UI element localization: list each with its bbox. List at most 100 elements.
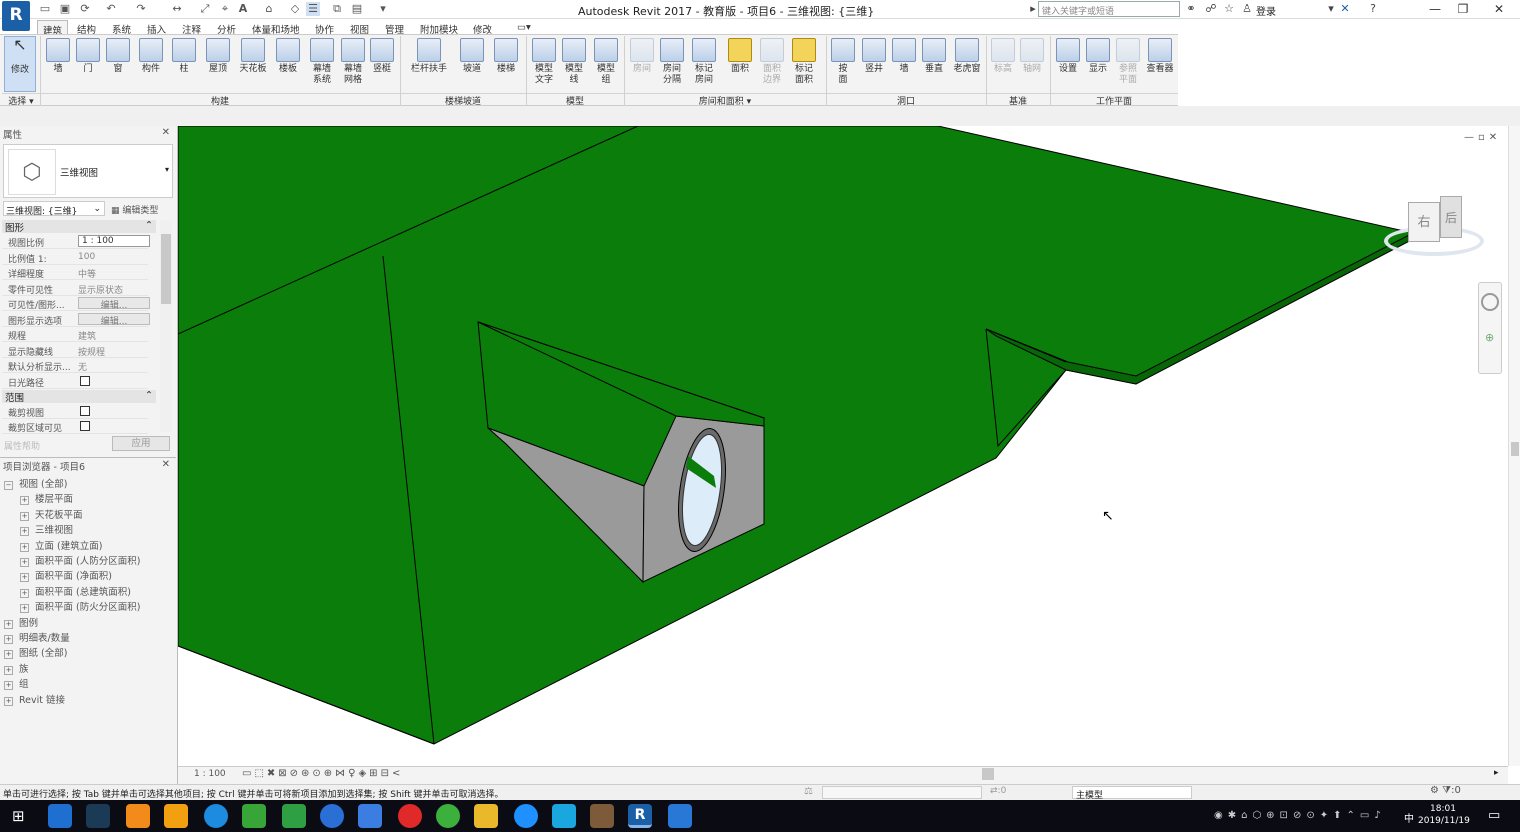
application-menu-button[interactable]: R (2, 1, 30, 31)
sign-in-button[interactable]: 登录 (1256, 3, 1276, 18)
browser-icon[interactable] (164, 804, 188, 828)
navigation-bar[interactable]: ⊕ (1478, 282, 1502, 374)
prop-value[interactable]: 1 : 100 (78, 235, 150, 247)
select-dropdown[interactable]: 选择 ▾ (2, 93, 40, 107)
tab-massing-site[interactable]: 体量和场地 (247, 20, 305, 36)
folder-icon[interactable] (474, 804, 498, 828)
switch-windows-icon[interactable]: ▤ (350, 2, 364, 16)
door-button[interactable]: 门 (74, 36, 102, 92)
wall-opening-button[interactable]: 墙 (890, 36, 918, 92)
design-options-select[interactable] (822, 786, 982, 799)
section-icon[interactable]: ◇ (288, 2, 302, 16)
tab-analyze[interactable]: 分析 (212, 20, 241, 36)
expand-icon[interactable]: + (4, 665, 13, 675)
game-icon[interactable] (590, 804, 614, 828)
expand-icon[interactable]: + (20, 527, 29, 537)
login-dropdown-icon[interactable]: ▾ (1324, 2, 1338, 16)
column-button[interactable]: 柱 (170, 36, 198, 92)
qat-dropdown-icon[interactable]: ▾ (376, 2, 390, 16)
ref-plane-button[interactable]: 参照 平面 (1114, 36, 1142, 92)
app-b-icon[interactable] (204, 804, 228, 828)
tag-room-button[interactable]: 标记 房间 (690, 36, 718, 92)
ramp-button[interactable]: 坡道 (458, 36, 486, 92)
view-vertical-scrollbar[interactable] (1508, 126, 1520, 766)
expand-icon[interactable]: + (20, 588, 29, 598)
tag-icon[interactable]: ⌖ (218, 2, 232, 16)
tab-modify[interactable]: 修改 (468, 20, 497, 36)
section-graphics[interactable]: 图形 ⌃ (2, 220, 156, 234)
help-icon[interactable]: ? (1366, 2, 1380, 16)
restore-icon[interactable]: ❐ (1446, 0, 1480, 18)
binoculars-icon[interactable]: ⚭ (1184, 2, 1198, 16)
grid-button[interactable]: 轴网 (1018, 36, 1046, 92)
room-area-panel-dropdown[interactable]: 房间和面积 ▾ (624, 93, 826, 107)
sun-path-checkbox[interactable] (80, 375, 90, 386)
main-model-select[interactable]: 主模型 (1072, 786, 1192, 801)
browser-item[interactable]: + 图例 (4, 615, 38, 629)
ribbon-minimize-icon[interactable]: ▭▾ (512, 20, 536, 35)
windows-start-icon[interactable]: ⊞ (12, 807, 25, 825)
prop-value[interactable]: 编辑... (78, 312, 150, 327)
sync-icon[interactable]: ⟳ (78, 2, 92, 16)
revit-taskbar-icon[interactable]: R (628, 804, 652, 828)
railing-button[interactable]: 栏杆扶手 (406, 36, 452, 92)
iqiyi-icon[interactable] (242, 804, 266, 828)
zoom-region-icon[interactable]: ⊕ (1485, 331, 1494, 344)
expand-icon[interactable]: + (20, 496, 29, 506)
view-window-controls[interactable]: —▫✕ (1464, 132, 1501, 143)
word-icon[interactable] (668, 804, 692, 828)
ime-indicator[interactable]: 中 (1404, 810, 1414, 825)
excel-icon[interactable] (282, 804, 306, 828)
browser-item[interactable]: + 面积平面 (人防分区面积) (20, 553, 140, 567)
filter-icon[interactable]: ⚙ ⧩:0 (1430, 785, 1461, 796)
apply-button[interactable]: 应用 (112, 436, 170, 451)
model-line-button[interactable]: 模型 线 (560, 36, 588, 92)
expand-icon[interactable]: + (20, 558, 29, 567)
close-hidden-icon[interactable]: ⧉ (330, 2, 344, 16)
section-extents[interactable]: 范围 ⌃ (2, 390, 156, 404)
communication-icon[interactable]: ☍ (1204, 2, 1218, 16)
worksets-icon[interactable]: ⚖ (804, 786, 813, 797)
viewcube-face-right[interactable]: 右 (1408, 202, 1440, 242)
dormer-button[interactable]: 老虎窗 (950, 36, 984, 92)
tab-systems[interactable]: 系统 (107, 20, 136, 36)
tab-manage[interactable]: 管理 (380, 20, 409, 36)
edge-icon[interactable] (48, 804, 72, 828)
app-g-icon[interactable] (552, 804, 576, 828)
curtain-grid-button[interactable]: 幕墙 网格 (338, 36, 368, 92)
text-icon[interactable]: A (236, 2, 250, 16)
stair-button[interactable]: 楼梯 (492, 36, 520, 92)
wechat-icon[interactable] (436, 804, 460, 828)
expand-icon[interactable]: + (4, 681, 13, 691)
expand-icon[interactable]: + (20, 542, 29, 552)
exchange-apps-icon[interactable]: ✕ (1338, 2, 1352, 16)
browser-item[interactable]: + 楼层平面 (20, 491, 73, 506)
expand-icon[interactable]: + (4, 619, 13, 629)
expand-icon[interactable]: + (20, 511, 29, 521)
tab-structure[interactable]: 结构 (72, 20, 101, 36)
search-input[interactable]: 键入关键字或短语 (1038, 1, 1180, 17)
browser-item[interactable]: + 面积平面 (净面积) (20, 568, 112, 583)
netease-music-icon[interactable] (398, 804, 422, 828)
steering-wheel-icon[interactable] (1481, 293, 1499, 311)
instance-selector[interactable]: 三维视图: {三维} ⌄ (3, 201, 105, 217)
room-button[interactable]: 房间 (628, 36, 656, 92)
thin-lines-icon[interactable]: ☰ (306, 2, 320, 16)
3d-view-canvas[interactable] (178, 126, 1508, 766)
browser-item[interactable]: + 立面 (建筑立面) (20, 538, 102, 552)
undo-icon[interactable]: ↶ (104, 2, 118, 16)
modify-button[interactable]: ↖ 修改 (4, 36, 36, 92)
user-icon[interactable]: ♙ (1240, 2, 1254, 16)
taskbar-clock[interactable]: 18:01 2019/11/19 (1418, 803, 1470, 827)
star-app-icon[interactable] (358, 804, 382, 828)
browser-item[interactable]: + 族 (4, 661, 29, 675)
project-browser-close-icon[interactable]: ✕ (162, 459, 170, 470)
close-icon[interactable]: ✕ (1482, 0, 1516, 18)
search-app-icon[interactable] (320, 804, 344, 828)
model-text-button[interactable]: 模型 文字 (530, 36, 558, 92)
expand-icon[interactable]: + (4, 650, 13, 660)
window-button[interactable]: 窗 (104, 36, 132, 92)
prop-value[interactable]: 编辑... (78, 297, 150, 311)
steam-icon[interactable] (86, 804, 110, 828)
view-control-icons[interactable]: ▭⬚✖⊠⊘⊛⊙⊕⋈♀◈⊞⊟< (242, 768, 403, 779)
